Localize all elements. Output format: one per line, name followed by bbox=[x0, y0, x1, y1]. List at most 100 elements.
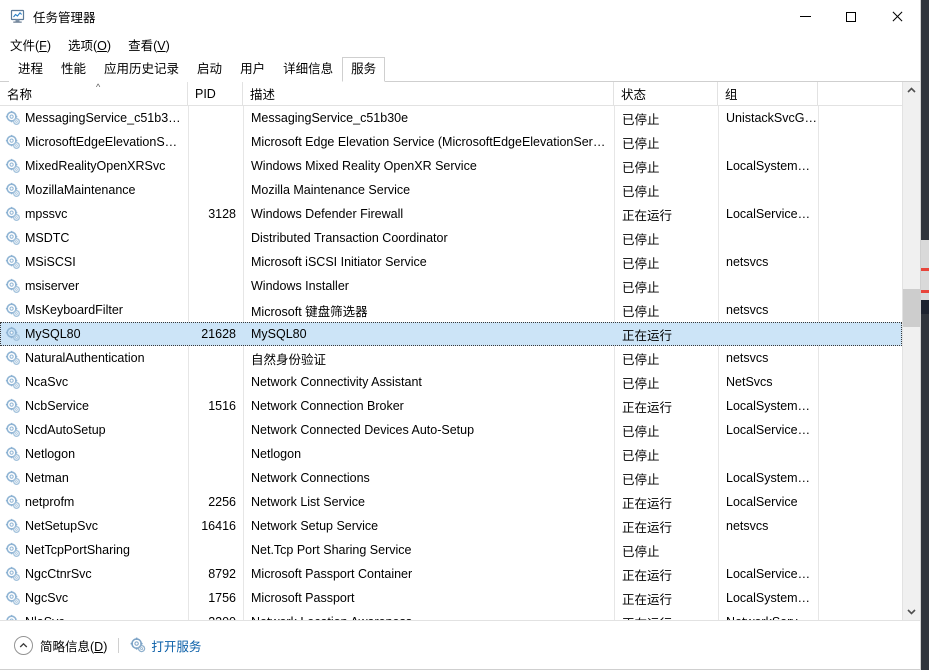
cell-group bbox=[719, 323, 819, 345]
minimize-button[interactable] bbox=[782, 0, 828, 33]
cell-pid: 16416 bbox=[201, 519, 236, 533]
table-row[interactable]: NetSetupSvc 16416 Network Setup Service 正在运… bbox=[0, 514, 902, 538]
cell-group: NetSvcs bbox=[726, 375, 773, 389]
table-row[interactable]: MicrosoftEdgeElevationS… Microsoft Edge E… bbox=[0, 130, 902, 154]
tab-startup[interactable]: 启动 bbox=[188, 57, 232, 82]
cell-group: LocalService… bbox=[726, 207, 811, 221]
cell-group: netsvcs bbox=[726, 303, 769, 317]
cell-group bbox=[719, 131, 819, 153]
cell-status: 已停止 bbox=[622, 424, 660, 439]
table-row[interactable]: NcdAutoSetup Network Connected Devices Au… bbox=[0, 418, 902, 442]
scroll-up-button[interactable] bbox=[903, 82, 920, 99]
cell-status: 已停止 bbox=[622, 352, 660, 367]
cell-name: NcdAutoSetup bbox=[1, 419, 189, 441]
vertical-scrollbar[interactable] bbox=[902, 82, 920, 620]
table-row[interactable]: MSiSCSI Microsoft iSCSI Initiator Service… bbox=[0, 250, 902, 274]
maximize-button[interactable] bbox=[828, 0, 874, 33]
table-row[interactable]: NlaSvc 2200Network Location Awareness正在运行… bbox=[0, 610, 902, 620]
menu-item-view[interactable]: 查看(V) bbox=[128, 35, 170, 54]
cell-group: netsvcs bbox=[726, 255, 769, 269]
title-bar-left: 任务管理器 bbox=[0, 7, 96, 26]
cell-description: Microsoft iSCSI Initiator Service bbox=[251, 255, 427, 269]
table-row[interactable]: NcbService 1516 Network Connection Broker 正… bbox=[0, 394, 902, 418]
table-row[interactable]: MySQL80 21628 MySQL80 正在运行 bbox=[0, 322, 902, 346]
cell-description: Net.Tcp Port Sharing Service bbox=[251, 543, 412, 557]
cell-name: NetSetupSvc bbox=[1, 515, 189, 537]
cell-description: Network Location Awareness bbox=[244, 611, 615, 620]
cell-status: 已停止 bbox=[622, 472, 660, 487]
tab-users[interactable]: 用户 bbox=[231, 57, 275, 82]
table-row[interactable]: MSDTC Distributed Transaction Coordinator… bbox=[0, 226, 902, 250]
column-header-name[interactable]: 名称 ^ bbox=[0, 82, 188, 105]
cell-pid: 2256 bbox=[208, 495, 236, 509]
cell-description: MessagingService_c51b30e bbox=[251, 111, 409, 125]
cell-group: LocalService bbox=[726, 495, 798, 509]
table-row[interactable]: netprofm 2256 Network List Service 正在运行 Loca… bbox=[0, 490, 902, 514]
tab-strip: 进程 性能 应用历史记录 启动 用户 详细信息 服务 bbox=[0, 55, 920, 82]
table-row[interactable]: MixedRealityOpenXRSvc Windows Mixed Reali… bbox=[0, 154, 902, 178]
sort-ascending-icon: ^ bbox=[96, 82, 101, 92]
cell-name: MessagingService_c51b3… bbox=[1, 107, 189, 129]
cell-status: 已停止 bbox=[622, 136, 660, 151]
service-gear-icon bbox=[5, 542, 21, 558]
tab-performance[interactable]: 性能 bbox=[52, 57, 96, 82]
cell-group: LocalService… bbox=[726, 423, 811, 437]
cell-group: netsvcs bbox=[726, 519, 769, 533]
scrollbar-thumb[interactable] bbox=[903, 289, 920, 327]
cell-pid bbox=[189, 251, 244, 273]
title-bar: 任务管理器 bbox=[0, 0, 920, 33]
status-bar-divider bbox=[118, 637, 120, 653]
table-row[interactable]: mpssvc 3128 Windows Defender Firewall 正在运行 L… bbox=[0, 202, 902, 226]
cell-pid bbox=[189, 467, 244, 489]
cell-pid bbox=[189, 299, 244, 321]
table-row[interactable]: NgcSvc 1756 Microsoft Passport 正在运行 LocalSys… bbox=[0, 586, 902, 610]
table-row[interactable]: NetTcpPortSharing Net.Tcp Port Sharing Se… bbox=[0, 538, 902, 562]
tab-processes[interactable]: 进程 bbox=[9, 57, 53, 82]
cell-group bbox=[719, 227, 819, 249]
column-header-status[interactable]: 状态 bbox=[614, 82, 718, 105]
tab-app-history[interactable]: 应用历史记录 bbox=[95, 57, 189, 82]
service-gear-icon bbox=[5, 494, 21, 510]
cell-description: Network Connected Devices Auto-Setup bbox=[251, 423, 475, 437]
tab-details[interactable]: 详细信息 bbox=[274, 57, 343, 82]
cell-name-label: Netlogon bbox=[25, 447, 76, 461]
cell-group: UnistackSvcG… bbox=[726, 111, 817, 125]
cell-status: 已停止 bbox=[622, 376, 660, 391]
table-row[interactable]: NcaSvc Network Connectivity Assistant 已停止 N… bbox=[0, 370, 902, 394]
cell-name-label: NcaSvc bbox=[25, 375, 69, 389]
table-row[interactable]: MsKeyboardFilter Microsoft 键盘筛选器 已停止 netsvc… bbox=[0, 298, 902, 322]
table-row[interactable]: NgcCtnrSvc 8792 Microsoft Passport Contain… bbox=[0, 562, 902, 586]
column-header-description[interactable]: 描述 bbox=[243, 82, 614, 105]
open-services-button[interactable]: 打开服务 bbox=[130, 636, 201, 655]
scrollbar-track[interactable] bbox=[903, 99, 920, 603]
cell-name-label: MicrosoftEdgeElevationS… bbox=[25, 135, 178, 149]
scroll-down-button[interactable] bbox=[903, 603, 920, 620]
fewer-details-button[interactable]: 简略信息(D) bbox=[14, 635, 107, 655]
desktop-artifact bbox=[921, 268, 929, 271]
table-row[interactable]: MessagingService_c51b3… MessagingService_… bbox=[0, 106, 902, 130]
table-row[interactable]: MozillaMaintenance Mozilla Maintenance Se… bbox=[0, 178, 902, 202]
table-row[interactable]: Netman Network Connections 已停止 LocalSystem… bbox=[0, 466, 902, 490]
table-row[interactable]: NaturalAuthentication 自然身份验证 已停止 netsvcs bbox=[0, 346, 902, 370]
menu-item-file[interactable]: 文件(F) bbox=[10, 35, 51, 54]
close-button[interactable] bbox=[874, 0, 920, 33]
cell-name: Netlogon bbox=[1, 443, 189, 465]
service-gear-icon bbox=[5, 470, 21, 486]
cell-status: 已停止 bbox=[622, 448, 660, 463]
cell-description: Netlogon bbox=[251, 447, 302, 461]
cell-name-label: NaturalAuthentication bbox=[25, 351, 145, 365]
services-table: 名称 ^ PID 描述 状态 组 MessagingService_c51b3…… bbox=[0, 82, 902, 620]
column-header-group[interactable]: 组 bbox=[718, 82, 818, 105]
service-gear-icon bbox=[5, 614, 21, 620]
column-header-pid[interactable]: PID bbox=[188, 82, 243, 105]
cell-description: Microsoft Passport Container bbox=[251, 567, 413, 581]
cell-name-label: MSDTC bbox=[25, 231, 70, 245]
cell-status: 已停止 bbox=[622, 232, 660, 247]
cell-name: Netman bbox=[1, 467, 189, 489]
menu-item-options[interactable]: 选项(O) bbox=[68, 35, 111, 54]
cell-group: LocalSystem… bbox=[726, 471, 811, 485]
services-list-container: 名称 ^ PID 描述 状态 组 MessagingService_c51b3…… bbox=[0, 82, 920, 620]
table-row[interactable]: msiserver Windows Installer 已停止 bbox=[0, 274, 902, 298]
tab-services[interactable]: 服务 bbox=[342, 57, 386, 82]
table-row[interactable]: Netlogon Netlogon 已停止 bbox=[0, 442, 902, 466]
